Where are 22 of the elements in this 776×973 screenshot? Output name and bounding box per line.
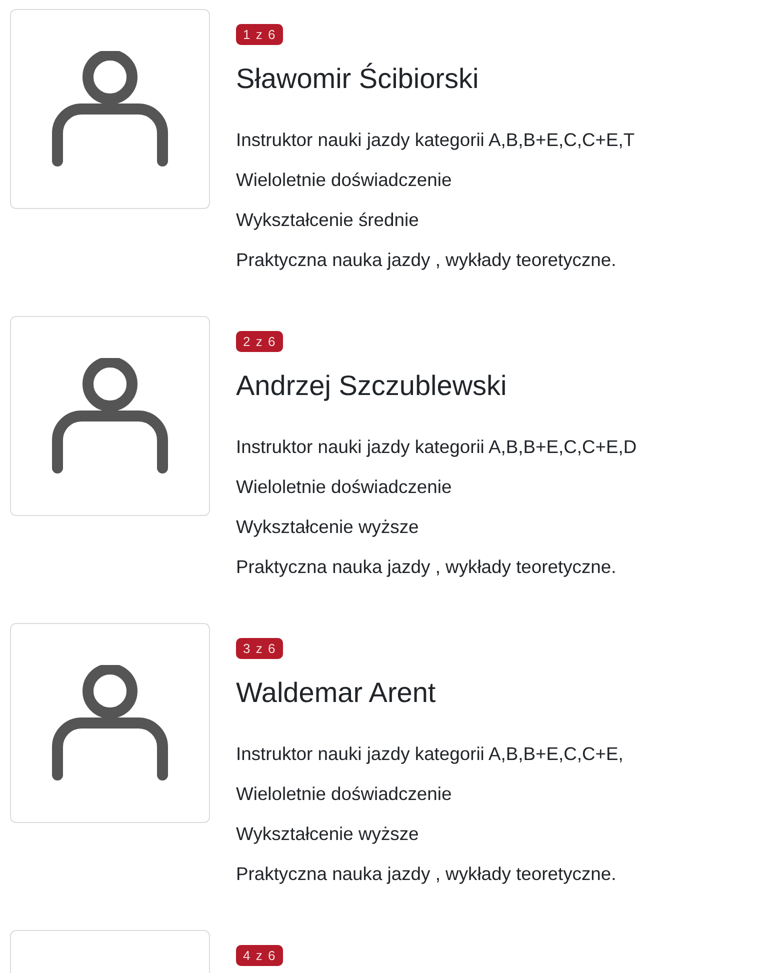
description-line: Wieloletnie doświadczenie	[236, 475, 453, 499]
person-icon	[52, 358, 168, 474]
description-line: Wykształcenie wyższe	[236, 515, 420, 539]
counter-badge: 1 z 6	[236, 24, 284, 45]
counter-badge: 3 z 6	[236, 638, 284, 659]
description-line: Instruktor nauki jazdy kategorii A,B,B+E,C,C+E,	[236, 742, 624, 766]
instructor-name: Waldemar Arent	[236, 676, 436, 710]
person-icon	[52, 665, 168, 781]
description-line: Wieloletnie doświadczenie	[236, 782, 453, 806]
counter-badge: 4 z 6	[236, 945, 284, 966]
description-line: Wieloletnie doświadczenie	[236, 168, 453, 192]
description-line: Wykształcenie średnie	[236, 208, 420, 232]
counter-badge: 2 z 6	[236, 331, 284, 352]
description-line: Instruktor nauki jazdy kategorii A,B,B+E,C,C+E,D	[236, 435, 637, 459]
instructor-name: Andrzej Szczublewski	[236, 369, 507, 403]
description-line: Wykształcenie wyższe	[236, 822, 420, 846]
description-line: Praktyczna nauka jazdy , wykłady teoretyczne.	[236, 862, 618, 886]
description-line: Praktyczna nauka jazdy , wykłady teoretyczne.	[236, 248, 618, 272]
description-line: Instruktor nauki jazdy kategorii A,B,B+E,C,C+E,T	[236, 128, 635, 152]
instructor-name: Sławomir Ścibiorski	[236, 62, 479, 96]
description-line: Praktyczna nauka jazdy , wykłady teoretyczne.	[236, 555, 618, 579]
person-icon	[52, 51, 168, 167]
